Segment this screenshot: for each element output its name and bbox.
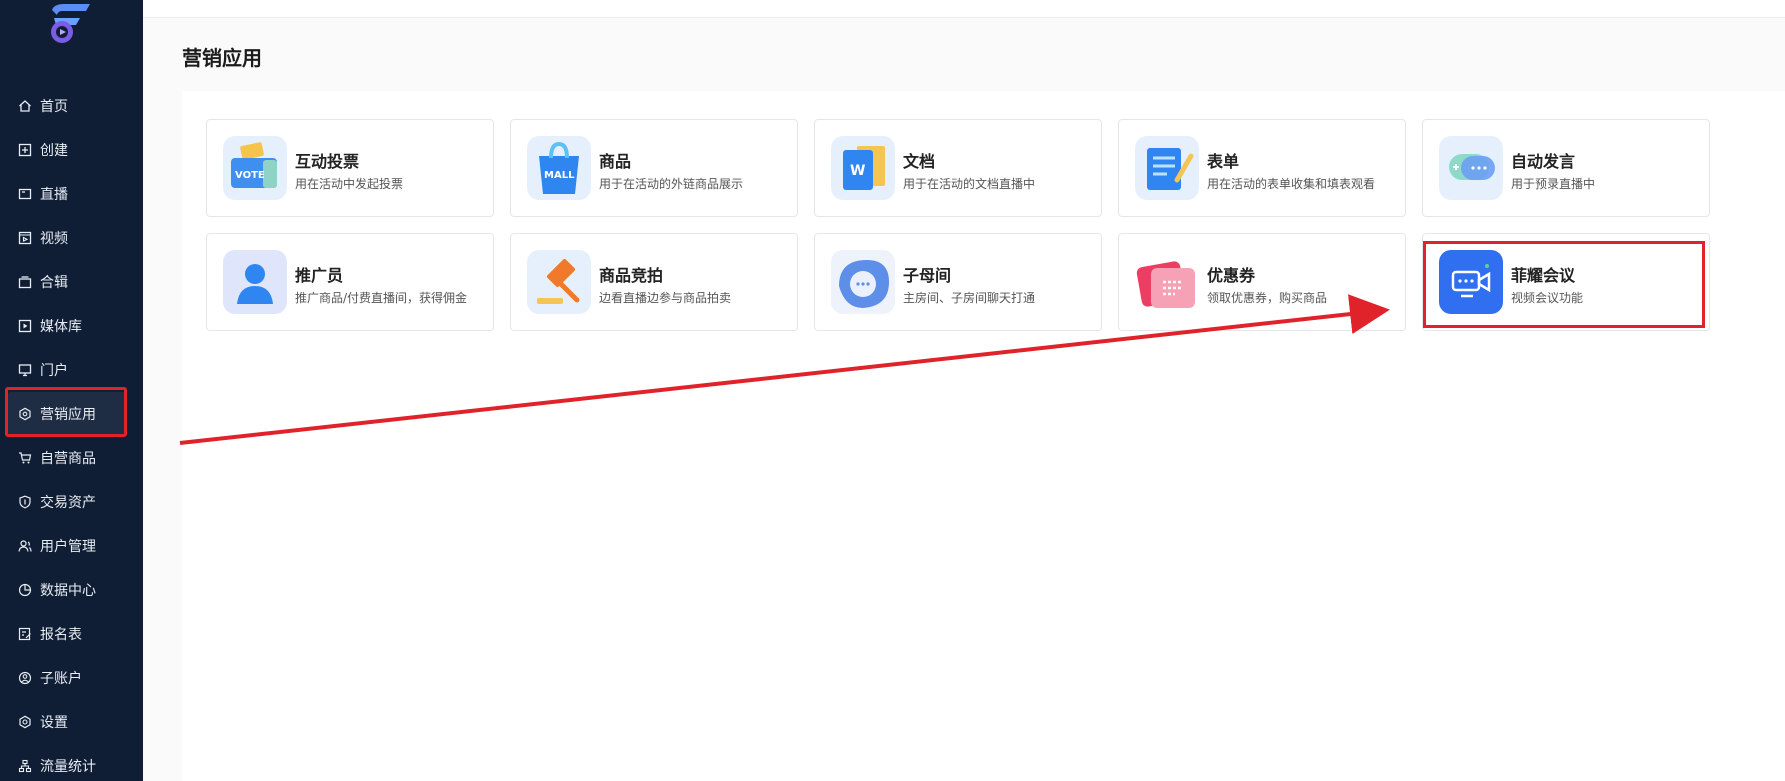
sidebar-item-label: 媒体库 [40, 319, 82, 335]
auction-hammer-icon [527, 250, 591, 314]
sub-room-chat-icon [831, 250, 895, 314]
sidebar-item-label: 首页 [40, 99, 68, 115]
app-description: 用在活动中发起投票 [295, 177, 404, 191]
sidebar-item-user-management[interactable]: 用户管理 [0, 524, 143, 568]
network-icon [18, 759, 32, 773]
app-title: 优惠券 [1207, 266, 1256, 285]
app-title: 推广员 [295, 266, 344, 285]
vote-box-icon: VOTE [223, 136, 287, 200]
sidebar-item-label: 直播 [40, 187, 68, 203]
chat-bubble-icon [1439, 136, 1503, 200]
live-icon [18, 187, 32, 201]
sidebar-item-label: 营销应用 [40, 407, 96, 423]
app-title: 文档 [903, 152, 936, 171]
app-card-video-meeting[interactable]: 菲耀会议 视频会议功能 [1422, 233, 1710, 331]
app-card-sub-room[interactable]: 子母间 主房间、子房间聊天打通 [814, 233, 1102, 331]
cart-icon [18, 451, 32, 465]
sidebar-item-traffic-stats[interactable]: 流量统计 [0, 744, 143, 781]
app-description: 主房间、子房间聊天打通 [903, 291, 1036, 305]
app-card-coupon[interactable]: 优惠券 领取优惠券，购买商品 [1118, 233, 1406, 331]
video-meeting-icon [1439, 250, 1503, 314]
app-title: 自动发言 [1511, 152, 1576, 171]
pie-chart-icon [18, 583, 32, 597]
users-icon [18, 539, 32, 553]
app-title: 互动投票 [295, 152, 360, 171]
gear-icon [18, 715, 32, 729]
app-description: 领取优惠券，购买商品 [1207, 291, 1328, 305]
sidebar-item-settings[interactable]: 设置 [0, 700, 143, 744]
app-description: 推广商品/付费直播间，获得佣金 [295, 291, 468, 305]
app-title: 商品竞拍 [599, 266, 664, 285]
app-card-form[interactable]: 表单 用在活动的表单收集和填表观看 [1118, 119, 1406, 217]
sidebar-item-label: 设置 [40, 715, 68, 731]
home-icon [18, 99, 32, 113]
sidebar: 首页 创建 直播 视频 合辑 媒体库 门户 营销应用 自营商品 交易资产 用户管… [0, 0, 143, 781]
sidebar-item-media-library[interactable]: 媒体库 [0, 304, 143, 348]
sidebar-item-label: 自营商品 [40, 451, 96, 467]
sidebar-item-label: 视频 [40, 231, 68, 247]
app-card-vote[interactable]: VOTE 互动投票 用在活动中发起投票 [206, 119, 494, 217]
app-card-document[interactable]: W 文档 用于在活动的文档直播中 [814, 119, 1102, 217]
app-title: 子母间 [903, 266, 952, 285]
sidebar-item-label: 门户 [40, 363, 68, 379]
sidebar-item-marketing-apps[interactable]: 营销应用 [8, 392, 127, 436]
app-logo[interactable] [44, 4, 92, 44]
sidebar-item-label: 合辑 [40, 275, 68, 291]
sidebar-item-label: 流量统计 [40, 759, 96, 775]
sidebar-item-signup-form[interactable]: 报名表 [0, 612, 143, 656]
sidebar-item-label: 用户管理 [40, 539, 96, 555]
app-description: 视频会议功能 [1511, 291, 1584, 305]
mall-bag-icon: MALL [527, 136, 591, 200]
sidebar-item-self-goods[interactable]: 自营商品 [0, 436, 143, 480]
sidebar-item-label: 数据中心 [40, 583, 96, 599]
app-card-auto-speak[interactable]: 自动发言 用于预录直播中 [1422, 119, 1710, 217]
sidebar-item-portal[interactable]: 门户 [0, 348, 143, 392]
app-description: 边看直播边参与商品拍卖 [599, 291, 732, 305]
app-title: 表单 [1207, 152, 1240, 171]
sidebar-item-create[interactable]: 创建 [0, 128, 143, 172]
form-list-icon [1135, 136, 1199, 200]
sidebar-nav: 首页 创建 直播 视频 合辑 媒体库 门户 营销应用 自营商品 交易资产 用户管… [0, 84, 143, 781]
svg-text:W: W [850, 163, 865, 179]
app-grid-panel: VOTE 互动投票 用在活动中发起投票 MALL 商品 用于在活动的外链商品展示… [182, 91, 1785, 781]
app-description: 用于在活动的文档直播中 [903, 177, 1036, 191]
sidebar-item-label: 交易资产 [40, 495, 96, 511]
sidebar-item-label: 创建 [40, 143, 68, 159]
app-title: 商品 [599, 152, 632, 171]
sidebar-item-label: 子账户 [40, 671, 82, 687]
sidebar-item-data-center[interactable]: 数据中心 [0, 568, 143, 612]
sidebar-item-sub-account[interactable]: 子账户 [0, 656, 143, 700]
app-description: 用在活动的表单收集和填表观看 [1207, 177, 1376, 191]
app-description: 用于预录直播中 [1511, 177, 1596, 191]
app-description: 用于在活动的外链商品展示 [599, 177, 744, 191]
app-title: 菲耀会议 [1511, 266, 1576, 285]
page-title: 营销应用 [182, 46, 262, 70]
app-card-goods[interactable]: MALL 商品 用于在活动的外链商品展示 [510, 119, 798, 217]
hexagon-icon [18, 407, 32, 421]
app-card-auction[interactable]: 商品竞拍 边看直播边参与商品拍卖 [510, 233, 798, 331]
word-document-icon: W [831, 136, 895, 200]
app-card-promoter[interactable]: 推广员 推广商品/付费直播间，获得佣金 [206, 233, 494, 331]
shield-icon [18, 495, 32, 509]
collection-icon [18, 275, 32, 289]
user-circle-icon [18, 671, 32, 685]
top-bar [143, 0, 1785, 18]
sidebar-item-collection[interactable]: 合辑 [0, 260, 143, 304]
video-icon [18, 231, 32, 245]
monitor-icon [18, 363, 32, 377]
svg-text:VOTE: VOTE [235, 170, 265, 181]
plus-square-icon [18, 143, 32, 157]
sidebar-item-live[interactable]: 直播 [0, 172, 143, 216]
sidebar-item-home[interactable]: 首页 [0, 84, 143, 128]
sidebar-item-video[interactable]: 视频 [0, 216, 143, 260]
sidebar-item-label: 报名表 [40, 627, 82, 643]
coupon-icon [1135, 250, 1199, 314]
sidebar-item-trade-assets[interactable]: 交易资产 [0, 480, 143, 524]
media-library-icon [18, 319, 32, 333]
form-edit-icon [18, 627, 32, 641]
svg-text:MALL: MALL [544, 170, 575, 181]
promoter-person-icon [223, 250, 287, 314]
